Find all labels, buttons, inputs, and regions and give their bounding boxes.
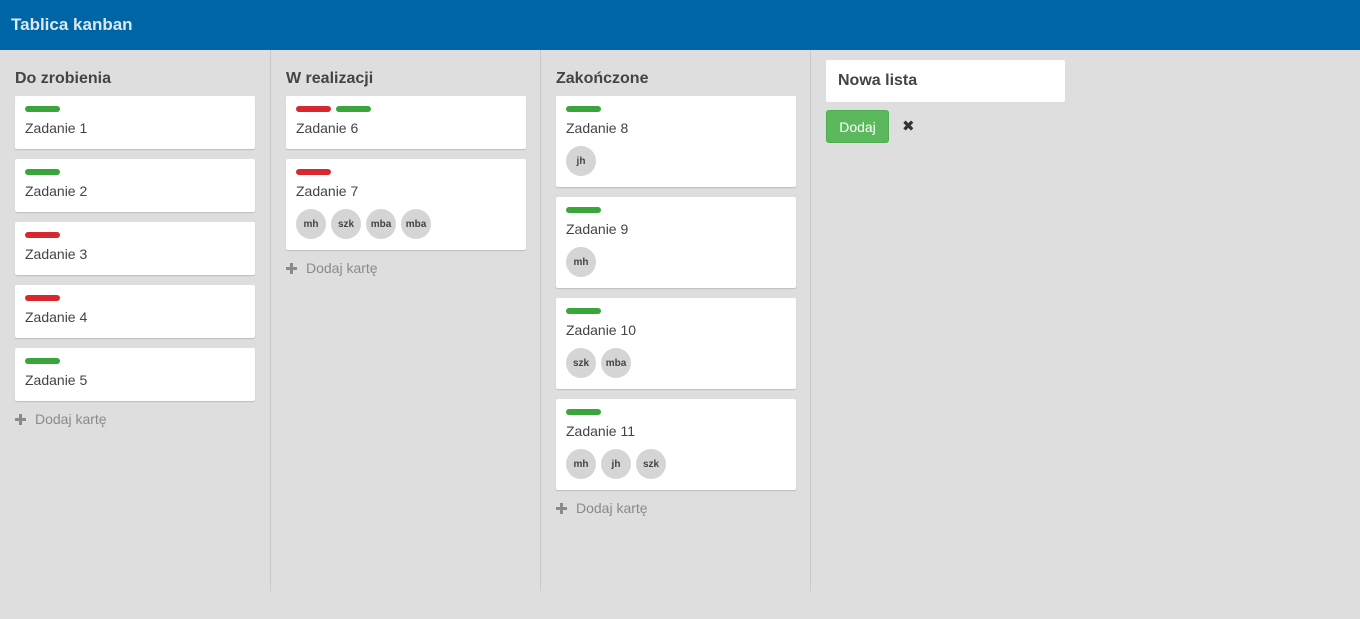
- avatar[interactable]: jh: [601, 449, 631, 479]
- card-title: Zadanie 6: [296, 120, 359, 136]
- card-container: Zadanie 8 jh Zadanie 9 mh Zadanie 10 szk mba Za…: [556, 96, 796, 516]
- card-labels: [566, 409, 786, 416]
- new-list-name-input[interactable]: [826, 60, 1065, 102]
- column-divider: [540, 50, 541, 591]
- card[interactable]: Zadanie 6: [286, 96, 526, 149]
- add-card-button[interactable]: Dodaj kartę: [286, 260, 526, 276]
- red-label: [296, 106, 331, 112]
- green-label: [25, 169, 60, 175]
- card-members: jh: [566, 146, 786, 176]
- card-title: Zadanie 7: [296, 183, 359, 199]
- green-label: [566, 207, 601, 213]
- add-card-button[interactable]: Dodaj kartę: [556, 500, 796, 516]
- card-labels: [296, 169, 516, 176]
- plus-icon: [556, 502, 567, 514]
- add-card-button[interactable]: Dodaj kartę: [15, 411, 255, 427]
- green-label: [336, 106, 371, 112]
- green-label: [566, 106, 601, 112]
- plus-icon: [286, 262, 297, 274]
- card-labels: [25, 232, 245, 239]
- card-labels: [566, 106, 786, 113]
- top-bar: Tablica kanban: [0, 0, 1360, 50]
- new-list-actions: Dodaj ✖: [826, 110, 1065, 143]
- card[interactable]: Zadanie 9 mh: [556, 197, 796, 288]
- card-labels: [25, 295, 245, 302]
- card-members: szk mba: [566, 348, 786, 378]
- column-divider: [810, 50, 811, 591]
- card[interactable]: Zadanie 10 szk mba: [556, 298, 796, 389]
- card[interactable]: Zadanie 11 mh jh szk: [556, 399, 796, 490]
- card[interactable]: Zadanie 4: [15, 285, 255, 338]
- avatar[interactable]: mba: [401, 209, 431, 239]
- card-members: mh szk mba mba: [296, 209, 516, 239]
- card-title: Zadanie 8: [566, 120, 629, 136]
- red-label: [25, 232, 60, 238]
- card[interactable]: Zadanie 2: [15, 159, 255, 212]
- plus-icon: [15, 413, 26, 425]
- card[interactable]: Zadanie 7 mh szk mba mba: [286, 159, 526, 250]
- green-label: [25, 106, 60, 112]
- close-icon[interactable]: ✖: [902, 119, 915, 134]
- red-label: [296, 169, 331, 175]
- app-title: Tablica kanban: [11, 15, 133, 34]
- green-label: [25, 358, 60, 364]
- card-labels: [296, 106, 516, 113]
- avatar[interactable]: mh: [296, 209, 326, 239]
- avatar[interactable]: mh: [566, 449, 596, 479]
- green-label: [566, 409, 601, 415]
- card-members: mh jh szk: [566, 449, 786, 479]
- add-list-button[interactable]: Dodaj: [826, 110, 889, 143]
- list-title: Do zrobienia: [15, 70, 112, 87]
- card-container: Zadanie 6 Zadanie 7 mh szk mba mba Dodaj kartę: [286, 96, 526, 276]
- card-container: Zadanie 1 Zadanie 2 Zadanie 3 Zadanie 4 Zada…: [15, 96, 255, 427]
- avatar[interactable]: szk: [566, 348, 596, 378]
- card-labels: [566, 207, 786, 214]
- card-title: Zadanie 2: [25, 183, 88, 199]
- avatar[interactable]: szk: [636, 449, 666, 479]
- card-labels: [25, 358, 245, 365]
- list-title: W realizacji: [286, 70, 374, 87]
- card-title: Zadanie 3: [25, 246, 88, 262]
- card-members: mh: [566, 247, 786, 277]
- card-labels: [566, 308, 786, 315]
- green-label: [566, 308, 601, 314]
- avatar[interactable]: mba: [366, 209, 396, 239]
- kanban-board: Do zrobienia Zadanie 1 Zadanie 2 Zadanie 3…: [0, 50, 1360, 619]
- add-card-label: Dodaj kartę: [306, 260, 378, 276]
- card[interactable]: Zadanie 5: [15, 348, 255, 401]
- new-list-form: Dodaj ✖: [826, 60, 1065, 143]
- avatar[interactable]: jh: [566, 146, 596, 176]
- card[interactable]: Zadanie 8 jh: [556, 96, 796, 187]
- card[interactable]: Zadanie 3: [15, 222, 255, 275]
- card-title: Zadanie 9: [566, 221, 629, 237]
- card-title: Zadanie 4: [25, 309, 88, 325]
- list-title: Zakończone: [556, 70, 649, 87]
- card-labels: [25, 106, 245, 113]
- avatar[interactable]: mh: [566, 247, 596, 277]
- card-labels: [25, 169, 245, 176]
- card[interactable]: Zadanie 1: [15, 96, 255, 149]
- avatar[interactable]: mba: [601, 348, 631, 378]
- add-card-label: Dodaj kartę: [35, 411, 107, 427]
- card-title: Zadanie 5: [25, 372, 88, 388]
- card-title: Zadanie 11: [566, 423, 636, 439]
- column-divider: [270, 50, 271, 591]
- red-label: [25, 295, 60, 301]
- avatar[interactable]: szk: [331, 209, 361, 239]
- card-title: Zadanie 1: [25, 120, 88, 136]
- card-title: Zadanie 10: [566, 322, 637, 338]
- add-card-label: Dodaj kartę: [576, 500, 648, 516]
